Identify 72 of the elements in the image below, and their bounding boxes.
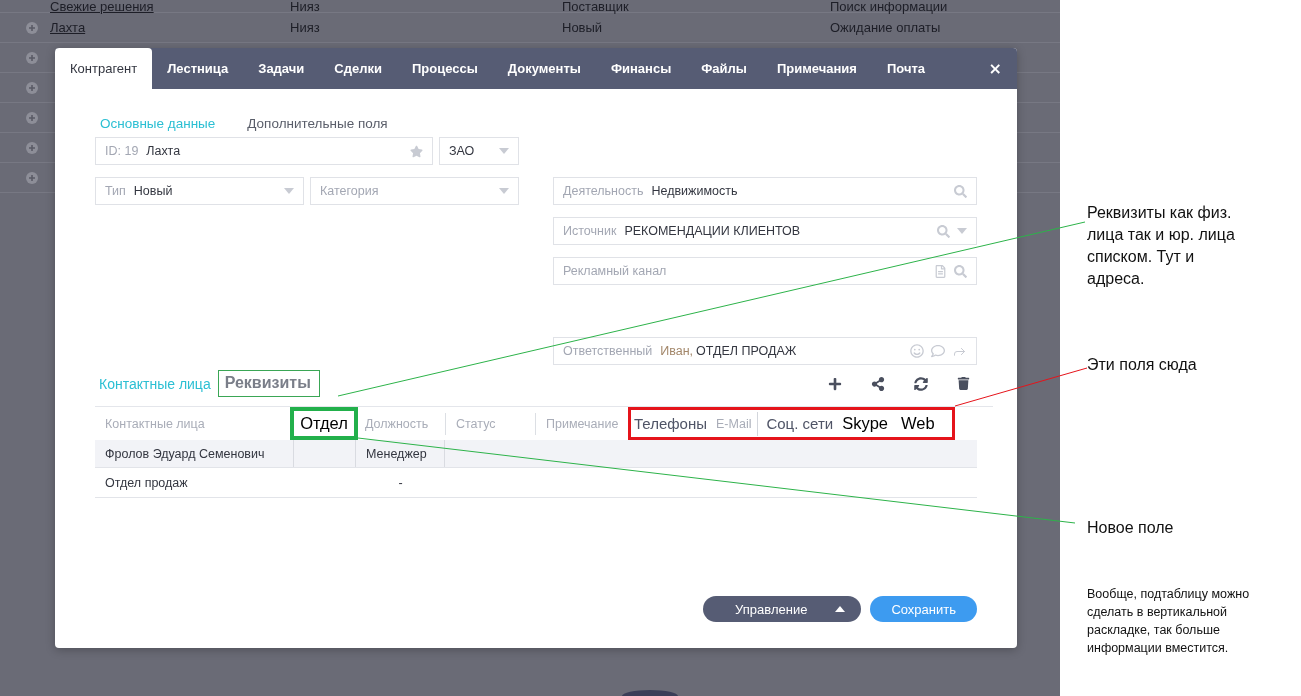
plus-circle-icon xyxy=(26,142,38,154)
table-cell: Новый xyxy=(562,21,603,34)
column-header: Телефоны xyxy=(634,415,707,432)
column-header: Skype xyxy=(842,414,888,433)
section-tab[interactable]: Реквизиты xyxy=(217,370,320,397)
tab[interactable]: Почта xyxy=(871,48,941,89)
table-cell-text: Отдел продаж xyxy=(104,474,189,492)
delete-button[interactable] xyxy=(957,377,970,390)
tab[interactable]: Документы xyxy=(492,48,596,89)
annotation-text: Реквизиты как физ. лица так и юр. лица списком. Тут и адреса. xyxy=(1087,203,1236,289)
search-field[interactable]: Источник РЕКОМЕНДАЦИИ КЛИЕНТОВ xyxy=(553,217,977,245)
search-icon xyxy=(954,264,967,278)
add-button[interactable] xyxy=(828,376,842,391)
caret-up-icon xyxy=(835,606,846,612)
round-shape xyxy=(622,690,678,696)
search-field[interactable]: Деятельность Недвижимость xyxy=(553,177,977,205)
table-cell: Нияз xyxy=(290,21,320,34)
column-header: Отдел xyxy=(290,407,358,440)
dropdown-field[interactable]: Тип Новый xyxy=(95,177,304,205)
caret-icon xyxy=(957,228,967,234)
search-icon xyxy=(937,224,950,238)
name-field[interactable]: ID: 19 Лахта xyxy=(95,137,433,165)
table-cell: Менеджер xyxy=(356,440,445,467)
plus-circle-icon xyxy=(26,22,38,34)
caret-icon xyxy=(499,148,509,154)
table-row[interactable]: Фролов Эдуард Семенович Менеджер xyxy=(95,440,977,468)
share-button[interactable] xyxy=(871,376,885,391)
tab[interactable]: Сделки xyxy=(319,48,397,89)
table-cell: Поиск информации xyxy=(830,0,948,13)
tab[interactable]: Финансы xyxy=(595,48,687,89)
star-icon xyxy=(410,144,423,158)
menu-button[interactable]: Управление xyxy=(703,596,862,622)
search-icon xyxy=(954,184,967,198)
plus-circle-icon xyxy=(26,82,38,94)
plus-icon xyxy=(828,376,842,391)
refresh-icon xyxy=(914,376,928,391)
plus-circle-icon xyxy=(26,112,38,124)
tab[interactable]: Контрагент xyxy=(55,48,153,89)
column-header: Статус xyxy=(445,412,535,435)
plus-circle-icon xyxy=(26,172,38,184)
table-cell-text: - xyxy=(397,474,404,492)
column-header: Должность xyxy=(364,415,430,433)
tab[interactable]: Лестница xyxy=(152,48,244,89)
smile-icon xyxy=(910,344,924,358)
column-header: Соц. сети xyxy=(766,415,834,432)
document-icon xyxy=(934,264,947,278)
share-icon xyxy=(871,376,885,391)
tab[interactable]: Задачи xyxy=(243,48,320,89)
column-header: Примечание xyxy=(535,412,628,435)
column-header: Контактные лица xyxy=(104,415,206,433)
table-cell: Нияз xyxy=(290,0,320,13)
subtab[interactable]: Дополнительные поля xyxy=(247,115,388,131)
annotation-text: Новое поле xyxy=(1087,518,1175,538)
dropdown-field[interactable]: ЗАО xyxy=(439,137,519,165)
tab[interactable]: Процессы xyxy=(396,48,493,89)
column-header: Web xyxy=(901,414,935,433)
table-cell: Поставщик xyxy=(562,0,629,13)
plus-circle-icon xyxy=(26,52,38,64)
refresh-button[interactable] xyxy=(914,376,928,391)
table-cell: Фролов Эдуард Семенович xyxy=(95,440,294,467)
tab[interactable]: Файлы xyxy=(686,48,762,89)
close-button[interactable]: × xyxy=(988,59,1002,78)
annotation-text: Вообще, подтаблицу можно сделать в вертикальной раскладке, так больше информации вместится. xyxy=(1087,586,1251,657)
caret-icon xyxy=(499,188,509,194)
tab[interactable]: Примечания xyxy=(761,48,872,89)
responsible-field[interactable]: Ответственный Иван, ОТДЕЛ ПРОДАЖ xyxy=(553,337,977,365)
table-cell: Ожидание оплаты xyxy=(830,21,941,34)
annotation-text: Эти поля сюда xyxy=(1087,355,1198,375)
speech-bubble-icon xyxy=(931,344,945,358)
caret-icon xyxy=(284,188,294,194)
trash-icon xyxy=(957,377,970,390)
column-header: E-Mail xyxy=(716,416,752,431)
